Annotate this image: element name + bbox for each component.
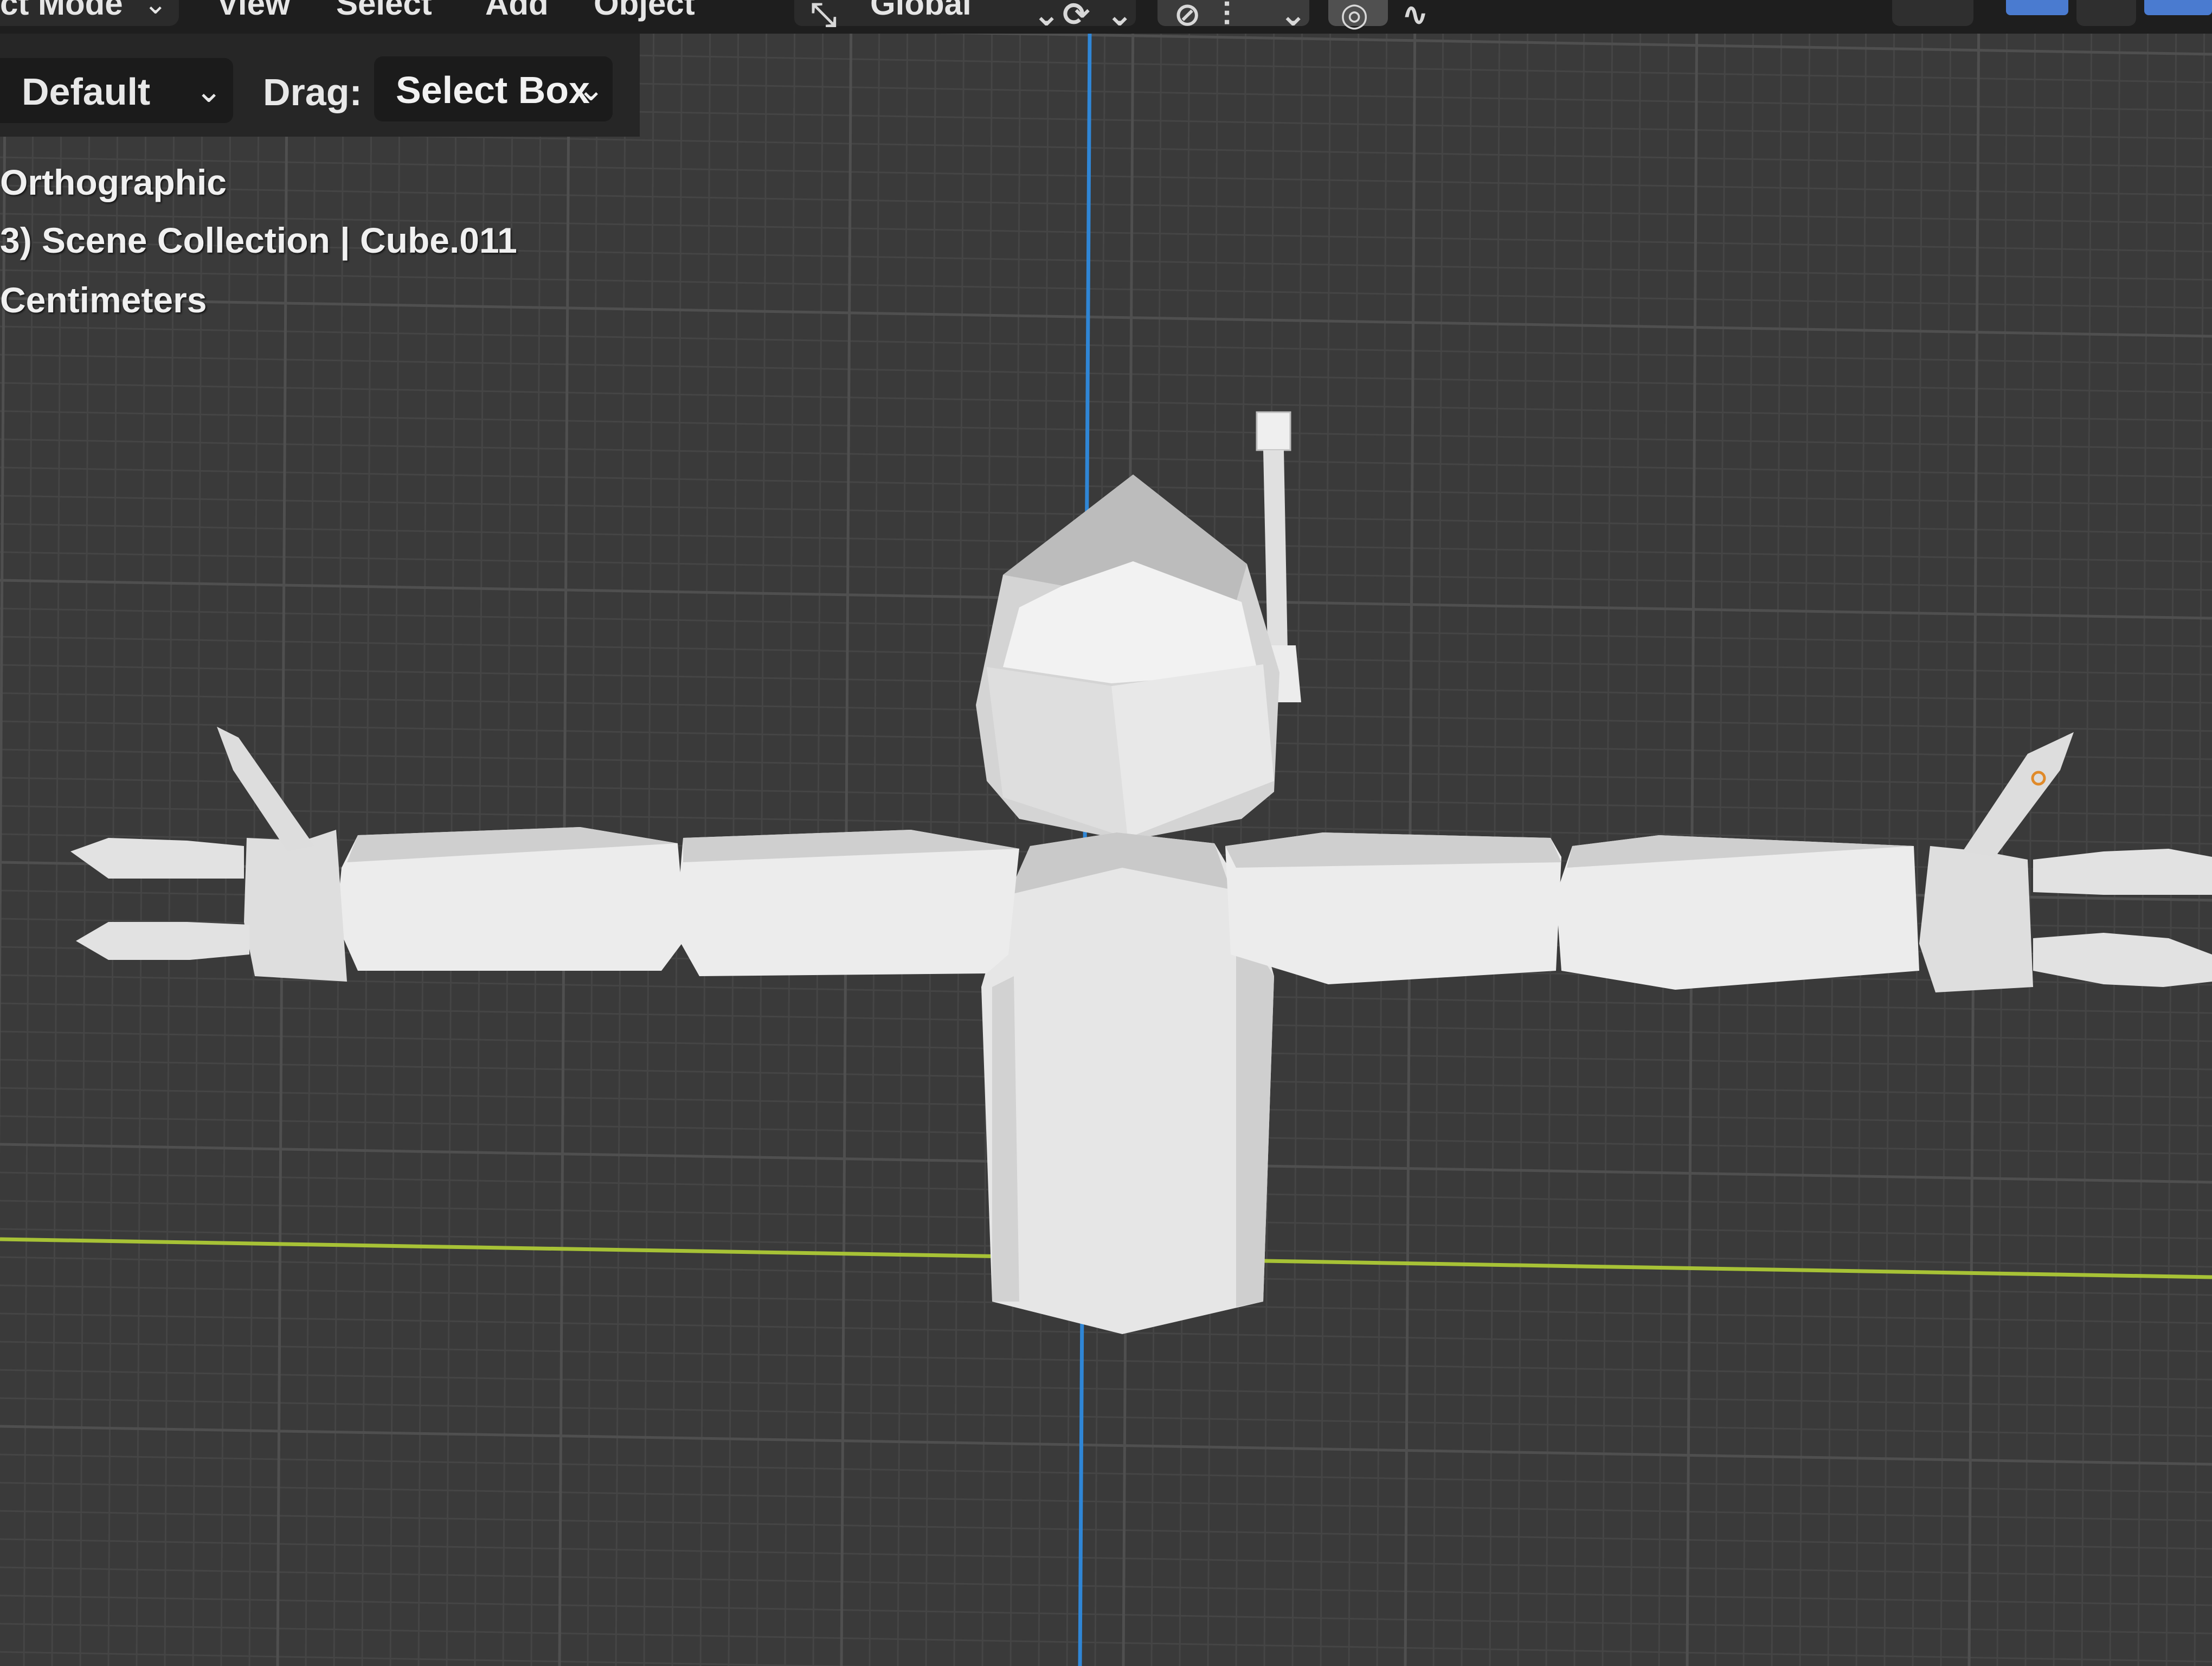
orientation-dropdown[interactable]: Default ⌄ <box>0 58 233 123</box>
right-forearm[interactable] <box>1556 835 1919 990</box>
falloff-curve-icon[interactable]: ∿ <box>1401 0 1429 34</box>
right-hand[interactable] <box>1919 732 2212 992</box>
unit-label: Centimeters <box>0 280 207 320</box>
chevron-down-icon: ⌄ <box>1106 0 1134 33</box>
orientation-value: Default <box>22 71 151 113</box>
pivot-point-dropdown[interactable]: ⟳ ⌄ <box>1054 0 1136 33</box>
left-forearm[interactable] <box>336 827 686 971</box>
drag-value: Select Box <box>396 69 590 111</box>
transform-orientation-dropdown[interactable]: ⤡ Global ⌄ <box>794 0 1065 33</box>
interaction-mode-label: ct Mode <box>0 0 123 22</box>
viewport-gizmo-toggle[interactable] <box>1892 0 1973 26</box>
view-name: Orthographic <box>0 162 227 202</box>
right-upper-arm[interactable] <box>1225 832 1561 984</box>
chevron-down-icon: ⌄ <box>577 71 605 107</box>
overlay-options[interactable] <box>2076 0 2136 26</box>
transform-orientation-icon: ⤡ <box>811 0 837 33</box>
left-hand[interactable] <box>70 727 347 982</box>
tool-settings-bar: Default ⌄ Drag: Select Box ⌄ <box>0 34 640 137</box>
chevron-down-icon: ⌄ <box>144 0 168 20</box>
chevron-down-icon: ⌄ <box>1279 0 1307 33</box>
menu-select[interactable]: Select <box>336 0 432 22</box>
blender-viewport[interactable]: ct Mode ⌄ View Select Add Object ⤡ Globa… <box>0 0 2212 1666</box>
chevron-down-icon: ⌄ <box>195 73 223 109</box>
pivot-point-icon: ⟳ <box>1063 0 1090 33</box>
drag-dropdown[interactable]: Select Box ⌄ <box>374 56 613 121</box>
shading-toggle[interactable] <box>2144 0 2212 15</box>
viewport-header: ct Mode ⌄ View Select Add Object ⤡ Globa… <box>0 0 2212 34</box>
snap-increment-icon: ⫶ <box>1223 0 1231 33</box>
snap-magnet-icon: ⊘ <box>1174 0 1201 33</box>
head[interactable] <box>976 475 1279 841</box>
left-upper-arm[interactable] <box>675 830 1019 976</box>
menu-object[interactable]: Object <box>594 0 695 22</box>
interaction-mode-dropdown[interactable]: ct Mode ⌄ <box>0 0 179 26</box>
collection-path: 3) Scene Collection | Cube.011 <box>0 220 517 260</box>
proportional-edit-icon: ◎ <box>1340 0 1369 33</box>
menu-add[interactable]: Add <box>485 0 549 22</box>
drag-label: Drag: <box>263 71 362 113</box>
transform-orientation-label: Global <box>870 0 972 22</box>
overlay-toggle[interactable] <box>2006 0 2068 15</box>
menu-view[interactable]: View <box>217 0 291 22</box>
proportional-edit-toggle[interactable]: ◎ <box>1328 0 1388 33</box>
snap-toggle[interactable]: ⊘ ⫶ ⌄ <box>1158 0 1309 33</box>
